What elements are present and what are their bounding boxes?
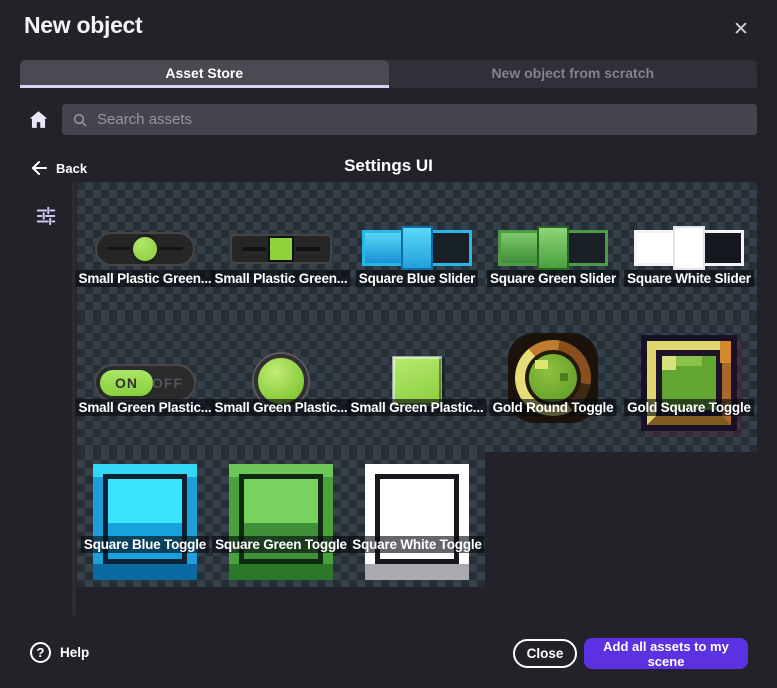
slider-knob [401, 226, 433, 270]
big-toggle-art [93, 464, 197, 580]
asset-tile-square-blue-slider[interactable]: Square Blue Slider [349, 182, 485, 317]
asset-tile-small-plastic-green-square-slider[interactable]: Small Plastic Green... [213, 182, 349, 317]
toggle-corner [720, 341, 731, 363]
slider-knob [130, 234, 160, 264]
home-icon[interactable] [28, 109, 49, 130]
help-button[interactable]: ? Help [30, 640, 89, 664]
asset-label: Small Green Plastic... [348, 399, 487, 416]
asset-tile-square-white-toggle[interactable]: Square White Toggle [349, 452, 485, 587]
close-icon[interactable]: ✕ [729, 17, 753, 41]
slider-knob [673, 226, 705, 270]
asset-tile-small-green-plastic-square[interactable]: Small Green Plastic... [349, 317, 485, 452]
slider-dash [296, 247, 320, 251]
asset-tile-square-green-slider[interactable]: Square Green Slider [485, 182, 621, 317]
toggle-highlight [676, 356, 702, 366]
toggle-center [525, 350, 581, 406]
search-row [28, 104, 757, 135]
add-all-assets-button[interactable]: Add all assets to my scene [584, 638, 748, 669]
help-label: Help [60, 645, 89, 660]
asset-label: Small Green Plastic... [76, 399, 215, 416]
asset-tile-gold-square-toggle[interactable]: Gold Square Toggle [621, 317, 757, 452]
asset-row: ON OFF Small Green Plastic... Small Gree… [77, 317, 757, 452]
asset-tile-square-white-slider[interactable]: Square White Slider [621, 182, 757, 317]
big-toggle-art [229, 464, 333, 580]
help-icon: ? [30, 642, 51, 663]
close-button[interactable]: Close [513, 639, 577, 668]
pixel-slider-art [498, 230, 608, 266]
asset-label: Square White Toggle [349, 536, 484, 553]
asset-tile-small-green-plastic-onoff[interactable]: ON OFF Small Green Plastic... [77, 317, 213, 452]
asset-label: Square Blue Slider [356, 270, 478, 287]
asset-label: Square Blue Toggle [81, 536, 209, 553]
slider-dash [242, 247, 266, 251]
filter-tune-icon[interactable] [35, 205, 57, 227]
asset-label: Gold Square Toggle [624, 399, 754, 416]
asset-label: Small Plastic Green... [76, 270, 215, 287]
onoff-toggle-art: ON OFF [94, 364, 196, 402]
slider-knob [537, 226, 569, 270]
asset-grid: Small Plastic Green... Small Plastic Gre… [77, 182, 757, 587]
search-box[interactable] [62, 104, 757, 135]
asset-row: Square Blue Toggle Square Green Toggle S… [77, 452, 485, 587]
toggle-highlight [662, 356, 676, 370]
gold-square-toggle-art [641, 335, 737, 431]
slider-knob [268, 236, 294, 262]
asset-row: Small Plastic Green... Small Plastic Gre… [77, 182, 757, 317]
toggle-highlight [560, 373, 568, 381]
asset-tile-small-green-plastic-round[interactable]: Small Green Plastic... [213, 317, 349, 452]
tab-bar: Asset Store New object from scratch [20, 60, 757, 88]
asset-label: Square White Slider [624, 270, 754, 287]
pixel-slider-art [362, 230, 472, 266]
pixel-slider-art [634, 230, 744, 266]
asset-label: Gold Round Toggle [490, 399, 617, 416]
asset-tile-gold-round-toggle[interactable]: Gold Round Toggle [485, 317, 621, 452]
search-icon [72, 112, 88, 128]
category-heading: Settings UI [0, 156, 777, 176]
asset-label: Square Green Slider [487, 270, 619, 287]
search-input[interactable] [97, 111, 747, 128]
tab-asset-store[interactable]: Asset Store [20, 60, 389, 88]
round-slider-art [95, 232, 195, 266]
toggle-off-label: OFF [152, 375, 183, 391]
asset-tile-small-plastic-green-round-slider[interactable]: Small Plastic Green... [77, 182, 213, 317]
square-slider-art [230, 234, 332, 264]
big-toggle-art [365, 464, 469, 580]
toggle-on-label: ON [99, 369, 154, 397]
asset-label: Small Plastic Green... [212, 270, 351, 287]
page-title: New object [24, 12, 142, 39]
asset-tile-square-green-toggle[interactable]: Square Green Toggle [213, 452, 349, 587]
tab-new-object-from-scratch[interactable]: New object from scratch [389, 60, 758, 88]
asset-label: Small Green Plastic... [212, 399, 351, 416]
asset-tile-square-blue-toggle[interactable]: Square Blue Toggle [77, 452, 213, 587]
asset-label: Square Green Toggle [212, 536, 350, 553]
toggle-highlight [535, 360, 548, 369]
